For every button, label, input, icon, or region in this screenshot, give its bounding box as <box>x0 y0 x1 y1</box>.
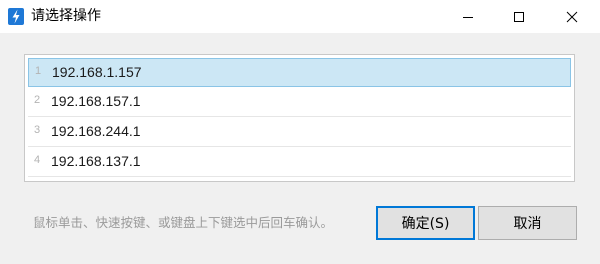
item-ip: 192.168.137.1 <box>51 153 141 169</box>
item-ip: 192.168.244.1 <box>51 123 141 139</box>
lightning-icon <box>8 8 24 25</box>
hint-text: 鼠标单击、快速按键、或键盘上下键选中后回车确认。 <box>33 215 334 230</box>
maximize-button[interactable] <box>496 0 542 33</box>
item-index: 3 <box>34 124 41 136</box>
maximize-icon <box>514 11 524 22</box>
ok-button[interactable]: 确定(S) <box>376 206 475 240</box>
list-item[interactable]: 3 192.168.244.1 <box>28 118 571 147</box>
list-item[interactable]: 4 192.168.137.1 <box>28 148 571 177</box>
minimize-button[interactable] <box>445 0 491 33</box>
window-title: 请选择操作 <box>31 8 101 24</box>
item-index: 4 <box>34 154 41 166</box>
close-icon <box>566 11 578 22</box>
close-button[interactable] <box>549 0 595 33</box>
title-bar: 请选择操作 <box>0 0 600 33</box>
item-ip: 192.168.157.1 <box>51 93 141 109</box>
list-item[interactable]: 1 192.168.1.157 <box>28 58 571 87</box>
item-ip: 192.168.1.157 <box>52 64 142 80</box>
ip-list[interactable]: 1 192.168.1.157 2 192.168.157.1 3 192.16… <box>24 54 575 182</box>
cancel-button[interactable]: 取消 <box>478 206 577 240</box>
item-index: 1 <box>35 65 42 77</box>
minimize-icon <box>463 16 473 18</box>
item-index: 2 <box>34 94 41 106</box>
list-item[interactable]: 2 192.168.157.1 <box>28 88 571 117</box>
